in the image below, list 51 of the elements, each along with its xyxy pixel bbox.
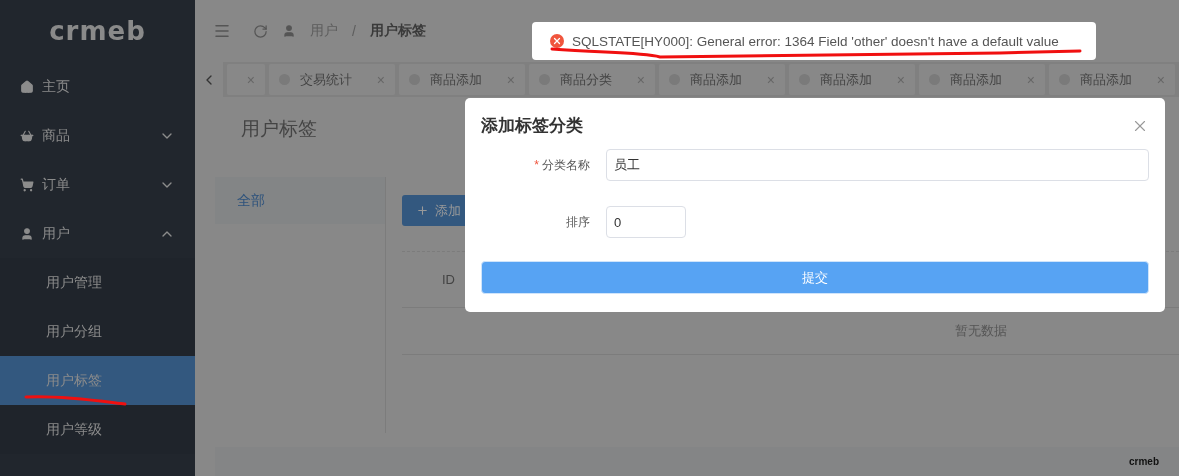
footer-logo: crmeb [1129,456,1159,467]
column-header: ID [442,272,455,287]
input-field[interactable]: 0 [606,206,686,238]
submit-button[interactable]: 提交 [481,261,1149,294]
basket-icon [20,128,34,143]
tab[interactable]: 商品添加 × [919,64,1045,95]
brand-logo: crmeb [48,15,147,48]
refresh-icon[interactable] [253,23,268,39]
tab[interactable]: 商品添加 × [789,64,915,95]
tab[interactable]: 商品添加 × [399,64,525,95]
close-icon[interactable]: × [766,71,775,88]
user-icon [20,226,34,241]
menu-icon[interactable] [213,22,231,40]
tab[interactable]: × [227,64,265,95]
tab-label: 商品添加 [950,70,1002,89]
sidebar-item[interactable]: 用户 [0,209,195,258]
tab-label: 商品添加 [820,70,872,89]
close-icon[interactable]: × [246,71,255,88]
error-message: SQLSTATE[HY000]: General error: 1364 Field 'other' doesn't have a default value [572,33,1059,49]
dialog-title: 添加标签分类 [481,115,583,137]
sidebar-item[interactable]: 商品 [0,111,195,160]
tab-label: 交易统计 [300,70,352,89]
tab-label: 商品添加 [430,70,482,89]
sidebar-subitem[interactable]: 用户标签 [0,356,195,405]
sidebar-item[interactable]: 订单 [0,160,195,209]
breadcrumb-item: 用户标签 [369,22,426,40]
close-icon[interactable]: × [896,71,905,88]
error-icon [550,34,564,48]
close-icon[interactable]: × [1026,71,1035,88]
breadcrumb-item: / [352,23,356,39]
page-title: 用户标签 [241,117,317,141]
field-label: * 分类名称 [533,156,591,174]
tab[interactable]: 商品添加 × [659,64,785,95]
cart-icon [20,177,34,192]
category-item[interactable]: 全部 [215,177,385,224]
input-field[interactable]: 员工 [606,149,1149,181]
tab-label: 商品添加 [690,70,742,89]
field-label: 排序 [565,213,591,231]
tab[interactable]: 商品分类 × [529,64,655,95]
close-icon[interactable]: × [636,71,645,88]
tab[interactable]: 商品添加 × [1049,64,1175,95]
tab-label: 商品分类 [560,70,612,89]
close-icon[interactable]: × [506,71,515,88]
user-icon [282,24,296,38]
close-icon[interactable]: × [376,71,385,88]
tab-label: 商品添加 [1080,70,1132,89]
close-icon[interactable]: × [1156,71,1165,88]
sidebar-item[interactable]: 主页 [0,62,195,111]
tab[interactable]: 交易统计 × [269,64,395,95]
home-icon [20,79,34,94]
plus-icon [416,204,429,217]
